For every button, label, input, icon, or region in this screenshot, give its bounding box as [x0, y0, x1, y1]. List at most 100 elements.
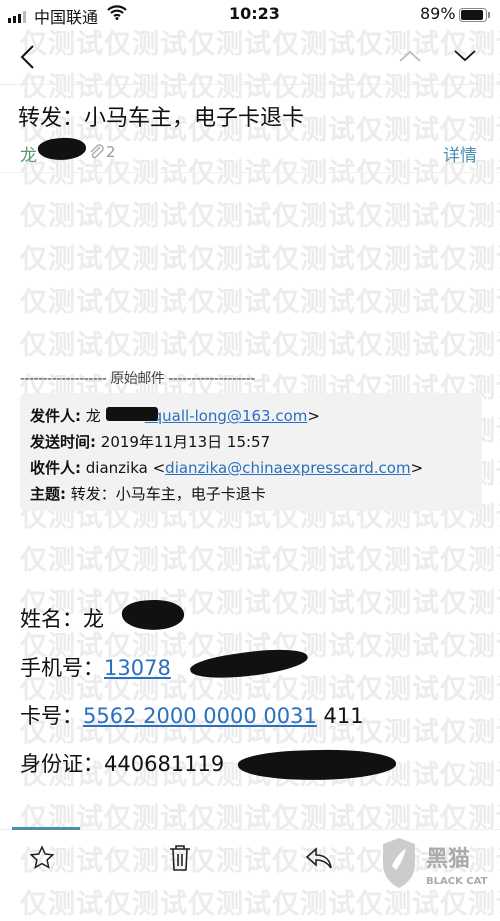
watermark-text: 仅测试 [356, 674, 440, 705]
bracket: > [410, 459, 424, 477]
watermark-text: 仅测试 [272, 29, 356, 60]
name-value: 龙 [83, 607, 104, 631]
watermark-text: 仅测试 [356, 588, 440, 619]
to-email-link[interactable]: dianzika@chinaexpresscard.com [165, 459, 410, 477]
watermark-text: 仅测试 [20, 244, 104, 275]
watermark-text: 仅测试 [188, 545, 272, 576]
previous-mail-button[interactable] [398, 48, 422, 67]
watermark-text: 仅测试 [272, 201, 356, 232]
watermark-text: 仅测试 [104, 29, 188, 60]
watermark-text: 仅测试 [356, 115, 440, 146]
watermark-text: 仅测试 [272, 588, 356, 619]
watermark-text: 仅测试 [272, 244, 356, 275]
svg-text:BLACK CAT: BLACK CAT [426, 876, 488, 887]
chevron-left-icon [20, 45, 34, 69]
trash-icon [170, 845, 190, 871]
battery-icon [459, 7, 491, 26]
sent-line: 发送时间: 2019年11月13日 15:57 [30, 431, 270, 452]
phone-link[interactable]: 13078 [104, 656, 171, 680]
watermark-text: 仅测试 [20, 545, 104, 576]
redaction-mark [106, 407, 158, 421]
to-line: 收件人: dianzika <dianzika@chinaexpresscard… [30, 457, 423, 478]
watermark-text: 仅测试 [356, 244, 440, 275]
to-label: 收件人: [30, 459, 81, 477]
watermark-text: 仅测试 [188, 201, 272, 232]
from-label: 发件人: [30, 407, 81, 425]
watermark-text: 仅测试 [272, 287, 356, 318]
watermark-text: 仅测试 [440, 631, 500, 662]
details-link[interactable]: 详情 [443, 141, 477, 166]
chevron-up-icon [399, 50, 421, 62]
status-bar: 中国联通 10:23 89% [0, 4, 500, 27]
attachment-count: 2 [106, 143, 116, 161]
watermark-text: 仅测试 [272, 889, 356, 920]
watermark-text: 仅测试 [356, 631, 440, 662]
signal-icon [8, 8, 32, 27]
battery-percent: 89% [420, 4, 456, 23]
card-suffix: 411 [316, 704, 364, 728]
watermark-text: 仅测试 [104, 244, 188, 275]
watermark-text: 仅测试 [188, 588, 272, 619]
next-mail-button[interactable] [453, 48, 477, 67]
watermark-text: 仅测试 [188, 330, 272, 361]
watermark-text: 仅测试 [188, 158, 272, 189]
watermark-text: 仅测试 [188, 29, 272, 60]
watermark-text: 仅测试 [356, 201, 440, 232]
watermark-text: 仅测试 [356, 287, 440, 318]
watermark-text: 仅测试 [440, 201, 500, 232]
card-number-link[interactable]: 5562 2000 0000 0031 [83, 704, 317, 728]
watermark-text: 仅测试 [188, 287, 272, 318]
sender-name[interactable]: 龙 [20, 141, 37, 166]
card-line: 卡号：5562 2000 0000 0031 411 [20, 700, 364, 730]
watermark-text: 仅测试 [104, 287, 188, 318]
card-label: 卡号： [20, 704, 83, 728]
watermark-text: 仅测试 [188, 889, 272, 920]
from-email-link[interactable]: squall-long@163.com [145, 407, 308, 425]
divider [0, 172, 500, 173]
watermark-text: 仅测试 [440, 717, 500, 748]
watermark-text: 仅测试 [272, 158, 356, 189]
watermark-text: 仅测试 [440, 545, 500, 576]
watermark-text: 仅测试 [104, 201, 188, 232]
watermark-text: 仅测试 [20, 287, 104, 318]
black-cat-logo: 黑猫 BLACK CAT [380, 836, 500, 889]
watermark-text: 仅测试 [272, 545, 356, 576]
name-line: 姓名：龙 [20, 603, 104, 633]
sent-value: 2019年11月13日 15:57 [100, 433, 271, 451]
watermark-text: 仅测试 [440, 287, 500, 318]
watermark-text: 仅测试 [356, 545, 440, 576]
subject-line: 主题: 转发：小马车主，电子卡退卡 [30, 483, 266, 504]
wifi-icon [107, 5, 127, 24]
from-name: 龙 [85, 407, 101, 425]
subject-label: 主题: [30, 485, 66, 503]
star-button[interactable] [29, 845, 55, 875]
to-name: dianzika < [85, 459, 166, 477]
original-mail-divider: ------------------- 原始邮件 ---------------… [20, 371, 255, 387]
id-label: 身份证： [20, 752, 104, 776]
clock: 10:23 [229, 4, 280, 23]
paperclip-icon [88, 143, 104, 163]
watermark-text: 仅测试 [104, 330, 188, 361]
watermark-text: 仅测试 [20, 201, 104, 232]
watermark-text: 仅测试 [356, 158, 440, 189]
watermark-text: 仅测试 [188, 846, 272, 877]
reply-button[interactable] [304, 846, 334, 874]
watermark-text: 仅测试 [356, 330, 440, 361]
watermark-text: 仅测试 [440, 588, 500, 619]
mail-subject: 转发：小马车主，电子卡退卡 [18, 106, 305, 131]
chevron-down-icon [454, 50, 476, 62]
sent-label: 发送时间: [30, 433, 96, 451]
watermark-text: 仅测试 [104, 545, 188, 576]
reply-icon [305, 847, 332, 869]
star-icon [29, 845, 55, 869]
watermark-text: 仅测试 [272, 330, 356, 361]
watermark-text: 仅测试 [440, 330, 500, 361]
from-line: 发件人: 龙 squall-long@163.com> [30, 405, 320, 426]
watermark-text: 仅测试 [104, 158, 188, 189]
delete-button[interactable] [168, 844, 192, 876]
phone-label: 手机号： [20, 656, 104, 680]
watermark-text: 仅测试 [440, 674, 500, 705]
phone-line: 手机号：13078 [20, 652, 171, 682]
id-line: 身份证：440681119 [20, 748, 224, 778]
back-button[interactable] [18, 44, 36, 74]
